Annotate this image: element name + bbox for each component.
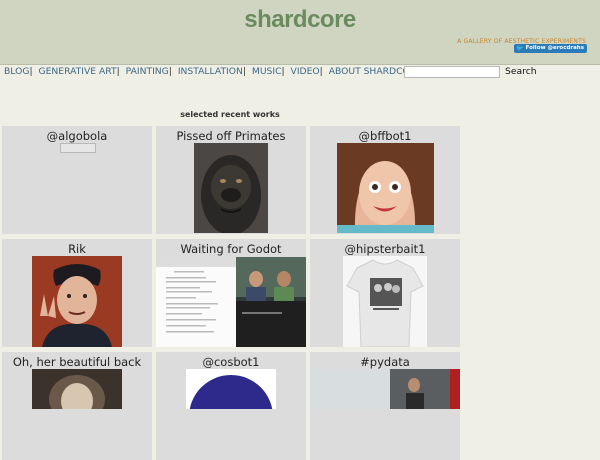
search-button[interactable]: Search bbox=[505, 66, 537, 77]
work-tile-rik[interactable]: Rik bbox=[2, 239, 152, 347]
work-title[interactable]: Pissed off Primates bbox=[156, 129, 306, 143]
nav-separator: | bbox=[242, 66, 246, 77]
gorilla-portrait-image[interactable] bbox=[194, 143, 268, 233]
bffbot-portrait-image[interactable] bbox=[337, 143, 434, 233]
work-tile-cosbot1[interactable]: @cosbot1 bbox=[156, 352, 306, 460]
pydata-talk-photo-image[interactable] bbox=[310, 369, 460, 409]
nav-item-music[interactable]: MUSIC bbox=[252, 66, 282, 77]
site-header: shardcore A GALLERY OF AESTHETIC EXPERIM… bbox=[0, 0, 600, 65]
nav-item-video[interactable]: VIDEO bbox=[291, 66, 320, 77]
work-tile-oh-her-beautiful-back[interactable]: Oh, her beautiful back bbox=[2, 352, 152, 460]
algobola-placeholder-image[interactable] bbox=[60, 143, 96, 153]
work-tile-pissed-off-primates[interactable]: Pissed off Primates bbox=[156, 126, 306, 234]
nav-separator: | bbox=[319, 66, 323, 77]
work-tile-waiting-for-godot[interactable]: Waiting for Godot bbox=[156, 239, 306, 347]
work-title[interactable]: @algobola bbox=[2, 129, 152, 143]
work-tile-algobola[interactable]: @algobola bbox=[2, 126, 152, 234]
work-title[interactable]: @cosbot1 bbox=[156, 355, 306, 369]
nav-separator: | bbox=[168, 66, 172, 77]
beautiful-back-painting-image[interactable] bbox=[32, 369, 122, 409]
work-title[interactable]: #pydata bbox=[310, 355, 460, 369]
work-title[interactable]: Oh, her beautiful back bbox=[2, 355, 152, 369]
main-nav: BLOG| GENERATIVE ART| PAINTING| INSTALLA… bbox=[4, 66, 425, 77]
nav-item-installation[interactable]: INSTALLATION bbox=[178, 66, 243, 77]
nav-separator: | bbox=[116, 66, 120, 77]
nav-item-painting[interactable]: PAINTING bbox=[126, 66, 169, 77]
section-title: selected recent works bbox=[180, 110, 280, 119]
nav-separator: | bbox=[281, 66, 285, 77]
work-title[interactable]: Waiting for Godot bbox=[156, 242, 306, 256]
work-tile-bffbot1[interactable]: @bffbot1 bbox=[310, 126, 460, 234]
nav-item-blog[interactable]: BLOG bbox=[4, 66, 29, 77]
rik-painting-image[interactable] bbox=[32, 256, 122, 347]
work-title[interactable]: Rik bbox=[2, 242, 152, 256]
nav-item-generative-art[interactable]: GENERATIVE ART bbox=[38, 66, 116, 77]
twitter-follow-button[interactable]: 🐦 Follow @erocdrahs bbox=[514, 44, 587, 53]
work-title[interactable]: @hipsterbait1 bbox=[310, 242, 460, 256]
twitter-bird-icon: 🐦 bbox=[516, 45, 524, 52]
cosbot-circle-image[interactable] bbox=[186, 369, 276, 409]
work-title[interactable]: @bffbot1 bbox=[310, 129, 460, 143]
godot-script-video-image[interactable] bbox=[156, 257, 306, 347]
work-tile-pydata[interactable]: #pydata bbox=[310, 352, 460, 460]
hipster-tshirt-image[interactable] bbox=[343, 256, 427, 347]
nav-separator: | bbox=[29, 66, 33, 77]
work-tile-hipsterbait1[interactable]: @hipsterbait1 bbox=[310, 239, 460, 347]
follow-label: Follow @erocdrahs bbox=[525, 45, 584, 51]
site-logo[interactable]: shardcore bbox=[0, 6, 600, 34]
search-input[interactable] bbox=[404, 66, 500, 78]
